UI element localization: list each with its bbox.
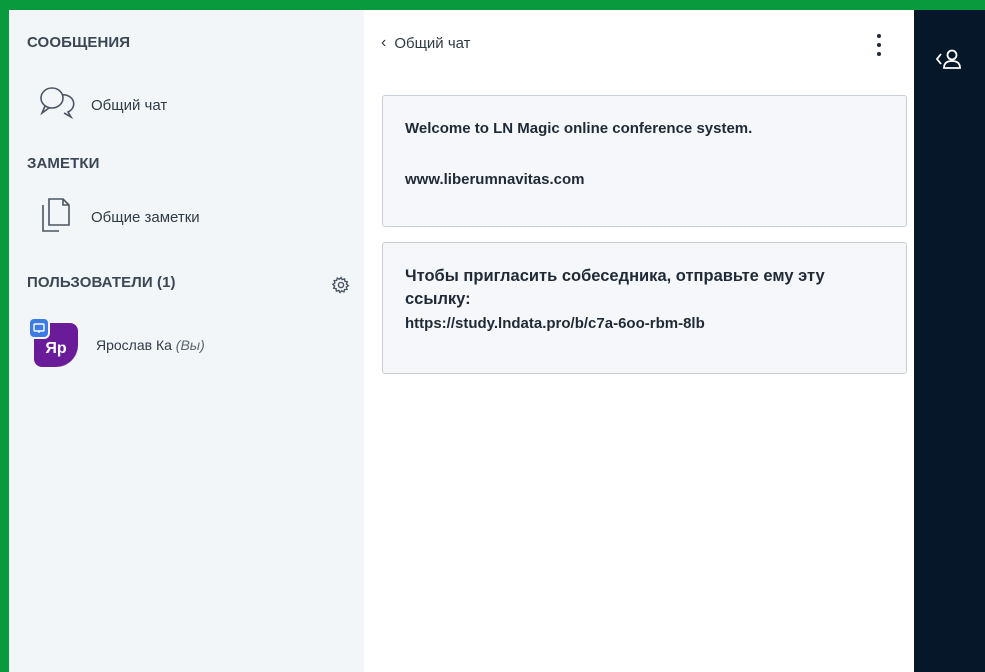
messages-section-title: СООБЩЕНИЯ bbox=[27, 34, 131, 51]
chat-back-button[interactable]: ‹ Общий чат bbox=[381, 34, 471, 52]
avatar: Яр bbox=[30, 319, 78, 367]
notes-icon bbox=[37, 195, 77, 240]
chat-message: Чтобы пригласить собеседника, отправьте … bbox=[382, 242, 907, 374]
right-sidebar bbox=[914, 10, 985, 672]
app-frame: СООБЩЕНИЯ Общий чат ЗАМЕТКИ Общие заметк… bbox=[9, 10, 985, 672]
chevron-left-icon: ‹ bbox=[381, 34, 387, 51]
you-tag: (Вы) bbox=[175, 337, 205, 353]
sidebar-item-label: Общие заметки bbox=[91, 209, 200, 226]
chat-message: Welcome to LN Magic online conference sy… bbox=[382, 95, 907, 227]
user-toggle-icon[interactable] bbox=[934, 48, 964, 70]
user-name-text: Ярослав Ка bbox=[96, 337, 172, 353]
sidebar: СООБЩЕНИЯ Общий чат ЗАМЕТКИ Общие заметк… bbox=[9, 10, 364, 672]
sidebar-item-shared-notes[interactable]: Общие заметки bbox=[37, 195, 200, 240]
user-list-item[interactable]: Яр Ярослав Ка (Вы) bbox=[30, 319, 205, 367]
gear-icon[interactable] bbox=[331, 276, 350, 294]
message-link[interactable]: www.liberumnavitas.com bbox=[405, 169, 884, 191]
sidebar-item-label: Общий чат bbox=[91, 97, 168, 114]
users-section-title: ПОЛЬЗОВАТЕЛИ (1) bbox=[27, 274, 176, 291]
message-text: Чтобы пригласить собеседника, отправьте … bbox=[405, 267, 825, 309]
sidebar-item-public-chat[interactable]: Общий чат bbox=[37, 85, 167, 126]
avatar-initials: Яр bbox=[45, 340, 67, 357]
message-link[interactable]: https://study.lndata.pro/b/c7a-6oo-rbm-8… bbox=[405, 313, 884, 335]
notes-section-title: ЗАМЕТКИ bbox=[27, 155, 100, 172]
message-line: Welcome to LN Magic online conference sy… bbox=[405, 120, 753, 137]
user-name: Ярослав Ка (Вы) bbox=[96, 337, 205, 353]
kebab-menu-icon[interactable] bbox=[874, 34, 884, 56]
chat-panel: ‹ Общий чат Welcome to LN Magic online c… bbox=[364, 10, 914, 672]
chat-bubbles-icon bbox=[37, 85, 77, 126]
chat-title: Общий чат bbox=[394, 34, 471, 52]
presenter-icon bbox=[30, 319, 48, 337]
